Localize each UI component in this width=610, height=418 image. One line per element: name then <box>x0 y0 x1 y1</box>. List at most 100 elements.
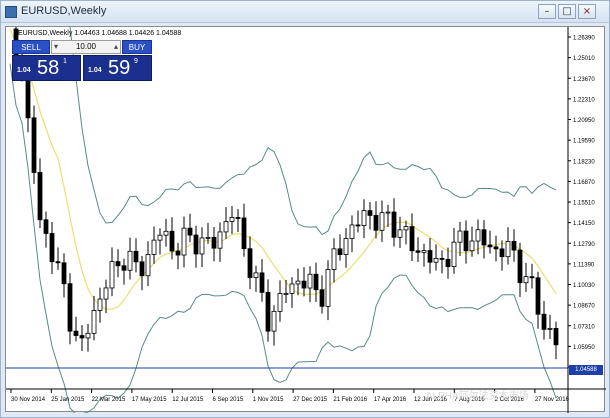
close-button[interactable]: × <box>578 4 596 19</box>
candle-body <box>451 241 457 267</box>
price-axis: 1.26390 1.25010 1.23670 1.22310 1.20950 1.195… <box>573 36 595 372</box>
current-price-badge: 1.04588 <box>569 365 603 375</box>
watermark: ALPHA阿尔法资本市场 <box>426 391 529 402</box>
date-tick-label: 21 Feb 2016 <box>333 397 367 403</box>
maximize-button[interactable]: □ <box>558 4 576 19</box>
candle-body <box>115 261 121 267</box>
candle-body <box>139 261 145 277</box>
candle-body <box>421 250 427 253</box>
candle-body <box>163 230 169 236</box>
minimize-button[interactable]: – <box>538 4 556 19</box>
candle-body <box>481 229 487 246</box>
candle-body <box>145 254 151 277</box>
candle-body <box>283 293 289 295</box>
date-tick-label: 12 Jul 2015 <box>172 397 204 403</box>
window-title: EURUSD,Weekly <box>21 5 107 17</box>
candle-body <box>463 230 469 252</box>
price-tick-label: 1.25010 <box>573 56 595 62</box>
lot-decrease-button[interactable]: ▾ <box>54 41 58 53</box>
candle-body <box>175 250 181 256</box>
candle-body <box>391 211 397 238</box>
buy-price-button[interactable]: 1.04 59 9 <box>83 55 152 81</box>
candle-body <box>511 241 517 251</box>
candle-body <box>151 239 157 255</box>
candle-body <box>379 212 385 231</box>
candle-body <box>535 277 541 315</box>
candle-body <box>319 289 325 307</box>
price-tick-label: 1.16870 <box>573 180 595 186</box>
candle-body <box>37 172 43 221</box>
lot-size-value[interactable]: 10.00 <box>62 41 110 53</box>
date-tick-label: 30 Nov 2014 <box>11 397 46 403</box>
price-tick-label: 1.10030 <box>573 283 595 289</box>
candle-body <box>265 291 271 332</box>
candle-body <box>85 332 91 339</box>
candle-body <box>187 227 193 236</box>
price-chart[interactable]: 1.26390 1.25010 1.23670 1.22310 1.20950 1.195… <box>5 26 606 413</box>
sell-price-pips: 58 <box>37 57 60 79</box>
candle-body <box>439 258 445 260</box>
candle-body <box>487 244 493 248</box>
candle-body <box>205 236 211 239</box>
lot-increase-button[interactable]: ▴ <box>114 41 118 53</box>
chart-window: EURUSD,Weekly – □ × 1.26390 1.25010 1.2367… <box>0 0 610 418</box>
candle-body <box>109 261 115 289</box>
price-tick-label: 1.26390 <box>573 36 595 42</box>
price-tick-label: 1.14150 <box>573 221 595 227</box>
candle-body <box>313 273 319 291</box>
lot-size-stepper[interactable]: ▾ 10.00 ▴ <box>51 40 121 54</box>
candle-body <box>217 231 223 249</box>
candle-body <box>337 248 343 256</box>
candle-body <box>157 234 163 241</box>
candle-body <box>541 313 547 330</box>
buy-price-prefix: 1.04 <box>88 67 102 74</box>
date-tick-label: 17 May 2015 <box>132 397 167 403</box>
sell-button[interactable]: SELL <box>12 40 50 54</box>
symbol-ohlc-label: EURUSD,Weekly 1.04463 1.04688 1.04426 1.… <box>18 30 181 37</box>
price-tick-label: 1.12790 <box>573 242 595 248</box>
title-bar[interactable]: EURUSD,Weekly – □ × <box>1 1 609 23</box>
candle-body <box>409 226 415 252</box>
candle-body <box>367 210 373 216</box>
price-tick-label: 1.11390 <box>573 262 595 268</box>
one-click-trading-panel: SELL ▾ 10.00 ▴ BUY 1.04 58 1 1.04 59 9 <box>12 40 152 81</box>
candle-body <box>547 327 553 330</box>
candle-body <box>73 330 79 336</box>
candle-body <box>253 272 259 278</box>
candle-body <box>97 298 103 311</box>
ohlc-values: 1.04463 1.04688 1.04426 1.04588 <box>74 30 182 37</box>
price-tick-label: 1.18230 <box>573 159 595 165</box>
candle-body <box>169 230 175 252</box>
date-tick-label: 17 Apr 2016 <box>374 397 407 403</box>
price-tick-label: 1.20950 <box>573 118 595 124</box>
candle-body <box>223 221 229 233</box>
candle-body <box>289 283 295 294</box>
sell-price-button[interactable]: 1.04 58 1 <box>12 55 81 81</box>
candle-body <box>55 261 61 264</box>
candle-body <box>499 248 505 258</box>
candle-body <box>469 240 475 252</box>
bollinger-bands <box>9 27 557 413</box>
price-tick-label: 1.05950 <box>573 345 595 351</box>
candle-body <box>403 226 409 231</box>
candle-body <box>181 227 187 256</box>
candle-body <box>361 210 367 227</box>
date-tick-label: 27 Nov 2016 <box>535 397 570 403</box>
candle-body <box>529 276 535 279</box>
buy-button[interactable]: BUY <box>122 40 152 54</box>
candle-body <box>385 211 391 214</box>
candle-body <box>241 217 247 250</box>
price-tick-label: 1.08670 <box>573 304 595 310</box>
candle-body <box>331 248 337 270</box>
candle-body <box>229 217 235 222</box>
chart-grid <box>10 36 571 393</box>
candle-body <box>235 217 241 219</box>
candle-body <box>61 262 67 285</box>
symbol-label: EURUSD,Weekly <box>18 30 73 37</box>
candle-body <box>553 327 559 346</box>
candle-body <box>445 258 451 267</box>
sell-price-fraction: 1 <box>63 58 67 65</box>
buy-price-pips: 59 <box>108 57 131 79</box>
candle-body <box>475 229 481 242</box>
candle-body <box>121 265 127 271</box>
